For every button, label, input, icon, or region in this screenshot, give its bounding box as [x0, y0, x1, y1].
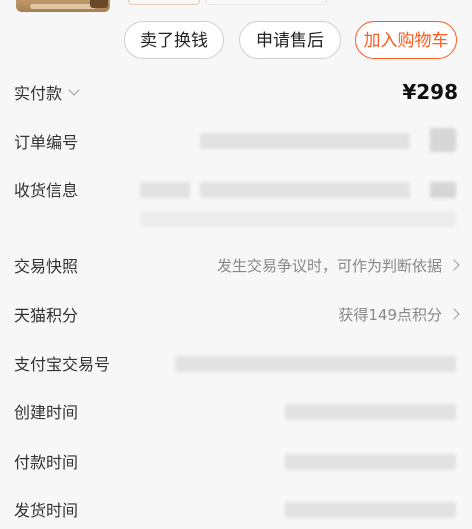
product-tag-secondary — [205, 0, 327, 5]
chevron-right-icon — [448, 308, 460, 320]
paid-time-redacted — [285, 454, 456, 470]
recipient-phone-redacted — [200, 182, 410, 198]
product-tag — [128, 0, 200, 5]
order-number-label: 订单编号 — [14, 133, 79, 152]
trade-snapshot-row[interactable]: 交易快照 发生交易争议时，可作为判断依据 — [14, 250, 460, 280]
recipient-name-redacted — [140, 182, 190, 198]
copy-order-redacted[interactable] — [430, 128, 456, 152]
alipay-number-redacted — [175, 356, 456, 372]
created-time-redacted — [285, 404, 456, 420]
chevron-down-icon[interactable] — [68, 84, 80, 96]
shipping-copy-redacted — [430, 182, 456, 198]
thumbnail-detail — [30, 4, 96, 9]
chevron-right-icon — [448, 259, 460, 271]
paid-amount-value: ¥298 — [402, 80, 458, 104]
shipped-time-redacted — [285, 502, 456, 518]
sell-button[interactable]: 卖了换钱 — [124, 21, 224, 59]
add-to-cart-button[interactable]: 加入购物车 — [355, 21, 457, 59]
shipping-address-redacted — [140, 211, 456, 227]
shipped-time-label: 发货时间 — [14, 501, 79, 520]
trade-snapshot-label: 交易快照 — [14, 257, 79, 276]
trade-snapshot-hint: 发生交易争议时，可作为判断依据 — [216, 256, 442, 275]
tmall-points-label: 天猫积分 — [14, 306, 79, 325]
after-sale-button[interactable]: 申请售后 — [239, 21, 341, 59]
alipay-number-label: 支付宝交易号 — [14, 355, 111, 374]
paid-time-label: 付款时间 — [14, 453, 79, 472]
tmall-points-value: 获得149点积分 — [338, 305, 442, 324]
created-time-label: 创建时间 — [14, 403, 79, 422]
paid-amount-row[interactable]: 实付款 ¥298 — [14, 77, 458, 107]
thumbnail-overlay — [90, 0, 108, 8]
paid-amount-label: 实付款 — [14, 84, 63, 103]
order-number-redacted — [200, 133, 410, 149]
tmall-points-row[interactable]: 天猫积分 获得149点积分 — [14, 299, 460, 329]
order-action-bar: 卖了换钱 申请售后 加入购物车 — [0, 21, 472, 61]
shipping-info-label: 收货信息 — [14, 181, 79, 200]
